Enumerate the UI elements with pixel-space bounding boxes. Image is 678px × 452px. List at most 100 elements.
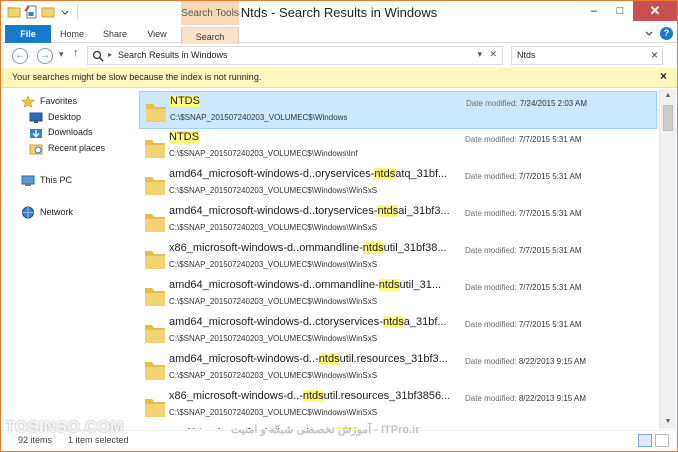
navigation-pane: Favorites Desktop Downloads Recent place…: [1, 89, 135, 429]
result-row[interactable]: NTDS C:\$SNAP_201507240203_VOLUMEC$\Windo…: [139, 128, 657, 166]
date-modified-value: 7/7/2015 5:31 AM: [518, 209, 582, 218]
result-name-match: ntds: [374, 168, 396, 180]
scroll-thumb[interactable]: [663, 105, 673, 131]
details-view-icon[interactable]: [638, 434, 652, 447]
date-modified-value: 7/7/2015 5:31 AM: [518, 246, 582, 255]
result-name-prefix: amd64_microsoft-windows-d..-: [169, 353, 319, 365]
result-name: x86_microsoft-windows-d..ommandline-ntds…: [169, 242, 447, 254]
result-name-match: ntds: [318, 353, 340, 365]
date-modified-value: 8/22/2013 9:15 AM: [518, 357, 586, 366]
date-modified-label: Date modified:: [465, 172, 517, 181]
scroll-down-icon[interactable]: ▼: [660, 415, 676, 429]
result-name-prefix: x86_microsoft-windows-d..-: [169, 390, 303, 402]
search-results-icon: [92, 50, 104, 62]
address-bar[interactable]: ▸ Search Results in Windows ▾ ✕: [87, 46, 503, 65]
result-row[interactable]: amd64_microsoft-windows-d..toryservices-…: [139, 202, 657, 240]
address-path: Search Results in Windows: [118, 50, 228, 60]
result-name: amd64_microsoft-windows-d..toryservices-…: [169, 205, 450, 217]
forward-button[interactable]: →: [37, 48, 53, 64]
result-row[interactable]: x86_microsoft-windows-d..-ntdsutil.resou…: [139, 387, 657, 425]
nav-label-this-pc: This PC: [40, 175, 73, 185]
large-icons-view-icon[interactable]: [655, 434, 669, 447]
search-box[interactable]: Ntds ×: [511, 46, 663, 65]
result-date: Date modified: 7/7/2015 5:31 AM: [465, 320, 582, 329]
result-date: Date modified: 7/7/2015 5:31 AM: [465, 209, 582, 218]
search-input[interactable]: Ntds: [517, 50, 536, 60]
result-date: Date modified: 7/7/2015 5:31 AM: [465, 172, 582, 181]
result-name-match: ntds: [362, 242, 384, 254]
title-bar: Search Tools Ntds - Search Results in Wi…: [1, 1, 677, 25]
result-name-match: NTDS: [170, 95, 200, 107]
downloads-icon: [30, 128, 42, 138]
result-name-match: ntds: [382, 316, 404, 328]
date-modified-label: Date modified:: [465, 394, 517, 403]
clear-search-icon[interactable]: ×: [651, 48, 658, 62]
recent-places-icon: [29, 144, 43, 154]
back-button[interactable]: ←: [12, 48, 28, 64]
result-name: NTDS: [170, 95, 200, 107]
result-name-suffix: util.resources_31bf3856...: [323, 390, 451, 402]
result-row[interactable]: amd64_microsoft-windows-d..ommandline-nt…: [139, 276, 657, 314]
refresh-icon[interactable]: ✕: [489, 49, 497, 60]
breadcrumb-separator-icon[interactable]: ▸: [108, 50, 112, 59]
result-name-suffix: a_31bf...: [403, 316, 447, 328]
info-bar-message: Your searches might be slow because the …: [12, 72, 262, 82]
date-modified-label: Date modified:: [465, 209, 517, 218]
close-button[interactable]: ✕: [633, 1, 677, 21]
tab-home[interactable]: Home: [53, 25, 91, 43]
nav-label-favorites: Favorites: [40, 96, 78, 106]
result-date: Date modified: 8/22/2013 9:15 AM: [465, 394, 586, 403]
result-name: amd64_microsoft-windows-d..ctoryservices…: [169, 316, 447, 328]
nav-desktop[interactable]: Desktop: [29, 109, 81, 125]
result-row[interactable]: amd64_microsoft-windows-d..oryservices-n…: [139, 165, 657, 203]
tab-view[interactable]: View: [139, 25, 175, 43]
result-row[interactable]: NTDS C:\$SNAP_201507240203_VOLUMEC$\Windo…: [139, 91, 657, 129]
result-path: C:\$SNAP_201507240203_VOLUMEC$\Windows\W…: [169, 223, 378, 232]
nav-label-recent-places: Recent places: [48, 143, 106, 153]
result-path: C:\$SNAP_201507240203_VOLUMEC$\Windows\W…: [169, 334, 378, 343]
maximize-button[interactable]: □: [607, 1, 633, 21]
result-date: Date modified: 8/22/2013 9:15 AM: [465, 357, 586, 366]
network-icon: [22, 206, 34, 218]
folder-icon: [146, 104, 166, 122]
watermark-right: ITPro.ir - آموزش تخصصی شبکه و امنیت: [231, 424, 420, 436]
nav-recent-places[interactable]: Recent places: [29, 140, 105, 156]
nav-label-desktop: Desktop: [48, 112, 82, 122]
result-row[interactable]: x86_microsoft-windows-d..ommandline-ntds…: [139, 239, 657, 277]
address-dropdown-icon[interactable]: ▾: [477, 49, 482, 60]
result-name-prefix: x86_microsoft-windows-d..ommandline-: [169, 242, 363, 254]
result-path: C:\$SNAP_201507240203_VOLUMEC$\Windows: [170, 113, 348, 122]
date-modified-value: 8/22/2013 9:15 AM: [518, 394, 586, 403]
folder-icon: [145, 362, 165, 380]
date-modified-value: 7/7/2015 5:31 AM: [518, 172, 582, 181]
nav-network[interactable]: Network: [21, 204, 73, 220]
help-icon[interactable]: ?: [660, 27, 673, 40]
minimize-button[interactable]: –: [581, 1, 607, 21]
scroll-up-icon[interactable]: ▲: [660, 89, 676, 103]
tab-share[interactable]: Share: [95, 25, 135, 43]
folder-icon: [145, 399, 165, 417]
result-row[interactable]: amd64_microsoft-windows-d..-ntdsutil.res…: [139, 350, 657, 388]
date-modified-label: Date modified:: [466, 99, 518, 108]
view-toggle: [638, 434, 669, 447]
nav-downloads[interactable]: Downloads: [29, 124, 93, 140]
result-row[interactable]: amd64_microsoft-windows-d..ctoryservices…: [139, 313, 657, 351]
result-name: x86_microsoft-windows-d..-ntdsutil.resou…: [169, 390, 450, 402]
expand-ribbon-icon[interactable]: [644, 29, 654, 39]
vertical-scrollbar[interactable]: ▲ ▼: [659, 89, 676, 429]
nav-favorites[interactable]: Favorites: [21, 93, 77, 109]
recent-locations-icon[interactable]: ▾: [59, 49, 64, 60]
folder-icon: [145, 177, 165, 195]
tab-file[interactable]: File: [5, 25, 51, 43]
explorer-window: Search Tools Ntds - Search Results in Wi…: [0, 0, 678, 452]
dismiss-info-icon[interactable]: ×: [660, 69, 667, 83]
date-modified-value: 7/24/2015 2:03 AM: [519, 99, 587, 108]
star-icon: [21, 94, 35, 108]
up-button[interactable]: ↑: [73, 47, 79, 59]
results-list: NTDS C:\$SNAP_201507240203_VOLUMEC$\Windo…: [137, 89, 659, 429]
date-modified-label: Date modified:: [465, 135, 517, 144]
result-name-match: NTDS: [169, 131, 199, 143]
nav-this-pc[interactable]: This PC: [21, 172, 72, 188]
computer-icon: [21, 175, 35, 186]
info-bar[interactable]: Your searches might be slow because the …: [1, 68, 677, 88]
